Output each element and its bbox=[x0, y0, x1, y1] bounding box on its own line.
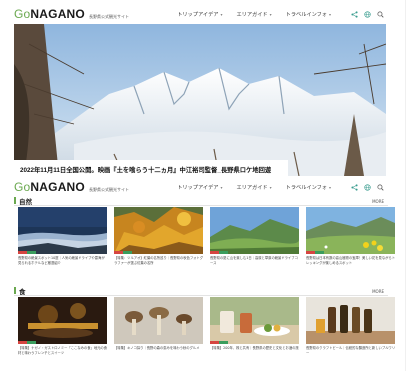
article-card[interactable]: 長野県は日本有数の高山植物の宝庫！美しい花を見ながらトレッキングが楽しめるスポッ… bbox=[306, 207, 395, 270]
article-card[interactable]: 長野県の夏に山を楽しむ1日｜高原と草原の絶景ドライブコース bbox=[210, 207, 299, 270]
share-icon[interactable] bbox=[351, 10, 358, 18]
cafe-table-image bbox=[210, 297, 299, 344]
section-divider bbox=[14, 205, 388, 206]
nav-trip-ideas[interactable]: トリップアイデア ▾ bbox=[177, 11, 222, 18]
card-title: 【特集】200年、株と共有｜長野県の歴史と文化とお酒の旅 bbox=[210, 346, 299, 350]
nature-more-link[interactable]: MORE bbox=[372, 199, 384, 204]
card-thumbnail bbox=[306, 297, 395, 344]
card-thumbnail bbox=[18, 207, 107, 254]
category-tag bbox=[114, 251, 132, 254]
nav-trip-ideas[interactable]: トリップアイデア ▾ bbox=[177, 184, 222, 191]
article-card[interactable]: 【特集】200年、株と共有｜長野県の歴史と文化とお酒の旅 bbox=[210, 297, 299, 360]
main-nav: トリップアイデア ▾ エリアガイド ▾ トラベルインフォ ▾ bbox=[177, 183, 384, 191]
card-thumbnail bbox=[210, 297, 299, 344]
globe-icon[interactable] bbox=[364, 10, 371, 18]
share-icon[interactable] bbox=[351, 183, 358, 191]
main-nav: トリップアイデア ▾ エリアガイド ▾ トラベルインフォ ▾ bbox=[177, 10, 384, 18]
food-more-link[interactable]: MORE bbox=[372, 289, 384, 294]
chevron-down-icon: ▾ bbox=[269, 184, 272, 190]
autumn-forest-image bbox=[114, 207, 203, 254]
category-tag bbox=[210, 251, 228, 254]
snow-mountains-image bbox=[14, 24, 386, 176]
card-title: 【特集】キノコ採り｜長野の森の恵みを味わう秋のグルメ bbox=[114, 346, 200, 350]
nav-travel-info[interactable]: トラベルインフォ ▾ bbox=[286, 11, 331, 18]
section-divider bbox=[14, 295, 388, 296]
card-title: 長野県のクラフトビール｜伝統的な醸造所と新しいブルワリー bbox=[306, 346, 395, 355]
nature-card-list: 長野県の絶景スポット10選｜人気の絶景ドライブや雲海が見られるホテルなど厳選紹介… bbox=[18, 207, 398, 270]
article-card[interactable]: 【特集】ナガノ・ガストロノミー「ここなみの食」地元の食材と味わうフレンチとスイー… bbox=[18, 297, 107, 360]
beer-bottles-image bbox=[306, 297, 395, 344]
alpine-flowers-image bbox=[306, 207, 395, 254]
chevron-down-icon: ▾ bbox=[328, 11, 331, 17]
category-tag bbox=[306, 251, 324, 254]
sea-of-clouds-image bbox=[18, 207, 107, 254]
globe-icon[interactable] bbox=[364, 183, 371, 191]
logo-go: Go bbox=[14, 180, 31, 194]
logo-go: Go bbox=[14, 7, 31, 21]
card-thumbnail bbox=[210, 207, 299, 254]
nav-area-guide[interactable]: エリアガイド ▾ bbox=[236, 11, 271, 18]
category-tag bbox=[18, 251, 36, 254]
card-title: 長野県の夏に山を楽しむ1日｜高原と草原の絶景ドライブコース bbox=[210, 256, 298, 265]
article-card[interactable]: 【特集：ツルアオ】紅葉の名所巡り｜長野県の秋色フォトグラファーが選ぶ紅葉の名所 bbox=[114, 207, 203, 270]
logo-main: NAGANO bbox=[30, 180, 85, 194]
card-thumbnail bbox=[18, 297, 107, 344]
section-accent-bar bbox=[14, 197, 16, 204]
chevron-down-icon: ▾ bbox=[328, 184, 331, 190]
card-title: 長野県は日本有数の高山植物の宝庫！美しい花を見ながらトレッキングが楽しめるスポッ… bbox=[306, 256, 395, 265]
section-accent-bar bbox=[14, 287, 16, 294]
card-thumbnail bbox=[114, 207, 203, 254]
article-card[interactable]: 長野県の絶景スポット10選｜人気の絶景ドライブや雲海が見られるホテルなど厳選紹介 bbox=[18, 207, 107, 270]
card-title: 長野県の絶景スポット10選｜人気の絶景ドライブや雲海が見られるホテルなど厳選紹介 bbox=[18, 256, 105, 265]
article-card[interactable]: 長野県のクラフトビール｜伝統的な醸造所と新しいブルワリー bbox=[306, 297, 395, 360]
search-icon[interactable] bbox=[377, 10, 384, 18]
site-logo[interactable]: GoNAGANO 長野県公式観光サイト bbox=[14, 7, 129, 21]
chevron-down-icon: ▾ bbox=[220, 184, 223, 190]
card-thumbnail bbox=[306, 207, 395, 254]
chevron-down-icon: ▾ bbox=[269, 11, 272, 17]
chevron-down-icon: ▾ bbox=[220, 11, 223, 17]
card-title: 【特集：ツルアオ】紅葉の名所巡り｜長野県の秋色フォトグラファーが選ぶ紅葉の名所 bbox=[114, 256, 203, 265]
article-card[interactable]: 【特集】キノコ採り｜長野の森の恵みを味わう秋のグルメ bbox=[114, 297, 203, 360]
hero-image[interactable] bbox=[14, 24, 386, 176]
card-thumbnail bbox=[114, 297, 203, 344]
site-logo[interactable]: GoNAGANO 長野県公式観光サイト bbox=[14, 180, 129, 194]
logo-subtitle: 長野県公式観光サイト bbox=[88, 14, 129, 19]
nav-area-guide[interactable]: エリアガイド ▾ bbox=[236, 184, 271, 191]
mountain-meadow-image bbox=[210, 207, 299, 254]
candle-dinner-image bbox=[18, 297, 107, 344]
nav-travel-info[interactable]: トラベルインフォ ▾ bbox=[286, 184, 331, 191]
category-tag bbox=[210, 341, 228, 344]
food-card-list: 【特集】ナガノ・ガストロノミー「ここなみの食」地元の食材と味わうフレンチとスイー… bbox=[18, 297, 398, 360]
logo-subtitle: 長野県公式観光サイト bbox=[88, 187, 129, 192]
category-tag bbox=[18, 341, 36, 344]
site-header: GoNAGANO 長野県公式観光サイト トリップアイデア ▾ エリアガイド ▾ トラ… bbox=[14, 3, 384, 25]
hero-caption[interactable]: 2022年11月11日全国公開。映画『土を喰らう十二ヵ月』中江裕司監督_長野県ロ… bbox=[20, 165, 271, 174]
card-title: 【特集】ナガノ・ガストロノミー「ここなみの食」地元の食材と味わうフレンチとスイー… bbox=[18, 346, 107, 355]
logo-main: NAGANO bbox=[30, 7, 85, 21]
mushrooms-image bbox=[114, 297, 203, 344]
search-icon[interactable] bbox=[377, 183, 384, 191]
sticky-header: GoNAGANO 長野県公式観光サイト トリップアイデア ▾ エリアガイド ▾ トラ… bbox=[14, 176, 384, 198]
